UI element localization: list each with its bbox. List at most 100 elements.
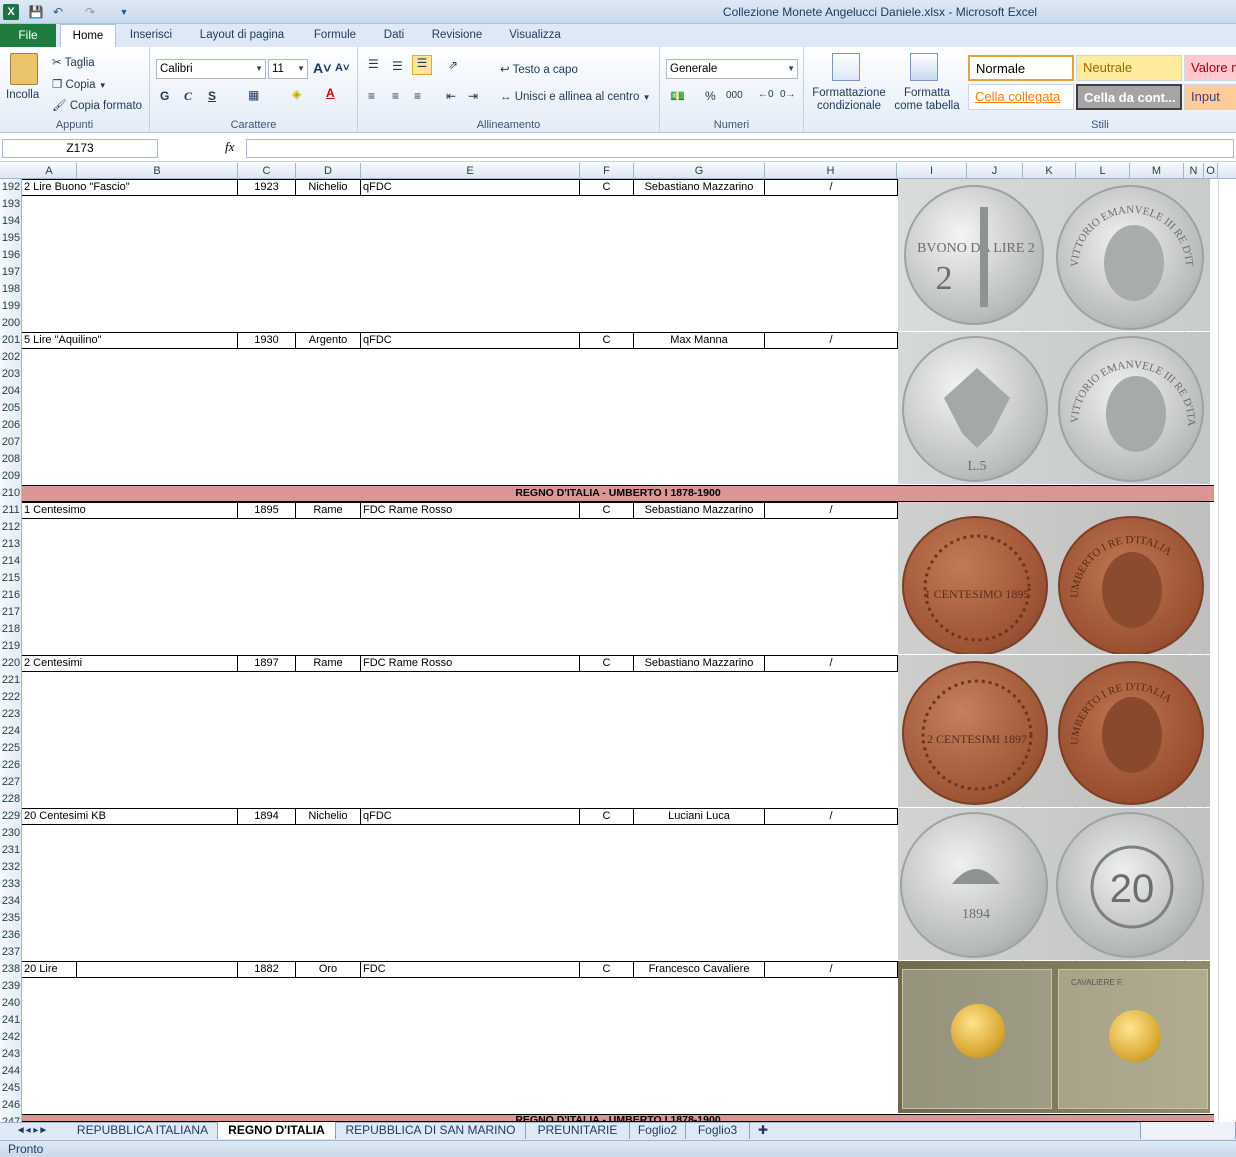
cell-b[interactable] xyxy=(77,962,238,977)
table-row[interactable]: 20 Centesimi KB 1894 Nichelio qFDC C Luc… xyxy=(22,808,898,825)
row-header[interactable]: 207 xyxy=(0,434,22,451)
wrap-text-button[interactable]: Testo a capo xyxy=(513,64,578,76)
row-header[interactable]: 243 xyxy=(0,1046,22,1063)
style-input[interactable]: Input xyxy=(1184,84,1236,110)
coin-photo-20-centesimi[interactable]: 1894 20 xyxy=(898,808,1210,960)
font-color-icon[interactable]: A xyxy=(326,86,335,100)
cell-year[interactable]: 1923 xyxy=(238,180,296,195)
bold-button[interactable]: G xyxy=(160,89,169,103)
cell-h[interactable]: / xyxy=(765,180,898,195)
sheet-tab[interactable]: REPUBBLICA DI SAN MARINO xyxy=(336,1122,526,1139)
undo-icon[interactable]: ↶ xyxy=(50,4,66,20)
horizontal-scrollbar[interactable] xyxy=(1140,1122,1236,1139)
format-as-table-button[interactable]: Formatta come tabella xyxy=(890,87,964,113)
cell-seller[interactable]: Luciani Luca xyxy=(634,809,765,824)
column-header-i[interactable]: I xyxy=(897,163,967,179)
italic-button[interactable]: C xyxy=(184,89,192,104)
conditional-formatting-icon[interactable] xyxy=(832,53,860,81)
column-header-o[interactable]: O xyxy=(1204,163,1218,179)
row-header[interactable]: 239 xyxy=(0,978,22,995)
thousands-separator-icon[interactable]: 000 xyxy=(726,90,743,101)
format-painter-button[interactable]: Copia formato xyxy=(70,100,142,112)
row-header[interactable]: 217 xyxy=(0,604,22,621)
column-header-a[interactable]: A xyxy=(22,163,77,179)
orientation-icon[interactable]: ⇗ xyxy=(448,58,458,72)
row-header[interactable]: 197 xyxy=(0,264,22,281)
column-header-l[interactable]: L xyxy=(1076,163,1130,179)
row-header[interactable]: 214 xyxy=(0,553,22,570)
cell-name[interactable]: 20 Centesimi KB xyxy=(22,809,238,824)
row-header[interactable]: 221 xyxy=(0,672,22,689)
cut-button[interactable]: Taglia xyxy=(65,57,95,69)
table-row[interactable]: 2 Centesimi 1897 Rame FDC Rame Rosso C S… xyxy=(22,655,898,672)
formula-input[interactable] xyxy=(246,139,1234,158)
merge-center-icon[interactable]: ↔ xyxy=(500,91,512,103)
merge-center-button[interactable]: Unisci e allinea al centro xyxy=(515,91,640,103)
cell-seller[interactable]: Francesco Cavaliere xyxy=(634,962,765,977)
row-header[interactable]: 213 xyxy=(0,536,22,553)
name-box[interactable]: Z173 xyxy=(2,139,158,158)
cell-name[interactable]: 2 Lire Buono "Fascio" xyxy=(22,180,238,195)
cell-h[interactable]: / xyxy=(765,962,898,977)
align-left-icon[interactable]: ≡ xyxy=(368,89,375,103)
row-header[interactable]: 231 xyxy=(0,842,22,859)
table-row[interactable]: 1 Centesimo 1895 Rame FDC Rame Rosso C S… xyxy=(22,502,898,519)
tab-page-layout[interactable]: Layout di pagina xyxy=(190,24,294,47)
save-icon[interactable]: 💾 xyxy=(28,4,44,20)
paste-button[interactable]: Incolla xyxy=(6,89,39,101)
row-header[interactable]: 246 xyxy=(0,1097,22,1114)
row-header[interactable]: 206 xyxy=(0,417,22,434)
cell-grade[interactable]: FDC Rame Rosso xyxy=(361,503,580,518)
copy-icon[interactable]: ❐ xyxy=(52,79,62,91)
cell-seller[interactable]: Sebastiano Mazzarino xyxy=(634,656,765,671)
row-header[interactable]: 192 xyxy=(0,179,22,196)
align-right-icon[interactable]: ≡ xyxy=(414,89,421,103)
cell-year[interactable]: 1894 xyxy=(238,809,296,824)
row-header[interactable]: 220 xyxy=(0,655,22,672)
align-middle-icon[interactable]: ☰ xyxy=(392,59,403,73)
style-normal[interactable]: Normale xyxy=(968,55,1074,81)
column-header-j[interactable]: J xyxy=(967,163,1023,179)
row-header[interactable]: 245 xyxy=(0,1080,22,1097)
cell-f[interactable]: C xyxy=(580,809,634,824)
cell-grade[interactable]: qFDC xyxy=(361,809,580,824)
row-header[interactable]: 225 xyxy=(0,740,22,757)
cell-name[interactable]: 5 Lire "Aquilino" xyxy=(22,333,238,348)
section-header[interactable]: REGNO D'ITALIA - UMBERTO I 1878-1900 xyxy=(22,485,1214,502)
row-header[interactable]: 209 xyxy=(0,468,22,485)
row-header[interactable]: 210 xyxy=(0,485,22,502)
tab-review[interactable]: Revisione xyxy=(424,24,490,47)
row-header[interactable]: 204 xyxy=(0,383,22,400)
shrink-font-icon[interactable]: A˅ xyxy=(335,62,349,74)
increase-decimal-icon[interactable]: ←0 xyxy=(758,89,774,100)
number-format-select[interactable]: Generale ▼ xyxy=(666,59,798,79)
cell-h[interactable]: / xyxy=(765,503,898,518)
column-header-d[interactable]: D xyxy=(296,163,361,179)
column-header-k[interactable]: K xyxy=(1023,163,1076,179)
customize-toolbar-icon[interactable]: ▼ xyxy=(116,4,132,20)
align-center-icon[interactable]: ≡ xyxy=(392,89,399,103)
chevron-down-icon[interactable]: ▼ xyxy=(643,93,651,102)
column-header-m[interactable]: M xyxy=(1130,163,1184,179)
cell-grade[interactable]: qFDC xyxy=(361,180,580,195)
tab-home[interactable]: Home xyxy=(60,24,116,47)
row-header[interactable]: 215 xyxy=(0,570,22,587)
insert-function-button[interactable]: fx xyxy=(225,139,234,155)
decrease-indent-icon[interactable]: ⇤ xyxy=(446,89,456,103)
row-header[interactable]: 205 xyxy=(0,400,22,417)
style-neutral[interactable]: Neutrale xyxy=(1076,55,1182,81)
row-header[interactable]: 199 xyxy=(0,298,22,315)
cell-f[interactable]: C xyxy=(580,656,634,671)
column-header-n[interactable]: N xyxy=(1184,163,1204,179)
copy-button[interactable]: Copia xyxy=(66,79,96,91)
cell-f[interactable]: C xyxy=(580,180,634,195)
coin-photo-1-centesimo[interactable]: 1 CENTESIMO 1895 UMBERTO I RE D'ITALIA xyxy=(898,502,1210,654)
insert-sheet-icon[interactable]: ✚ xyxy=(752,1122,774,1139)
row-header[interactable]: 222 xyxy=(0,689,22,706)
row-header[interactable]: 229 xyxy=(0,808,22,825)
row-header[interactable]: 194 xyxy=(0,213,22,230)
underline-button[interactable]: S xyxy=(208,89,216,103)
percent-icon[interactable]: % xyxy=(705,89,716,103)
row-header[interactable]: 227 xyxy=(0,774,22,791)
cell-year[interactable]: 1930 xyxy=(238,333,296,348)
